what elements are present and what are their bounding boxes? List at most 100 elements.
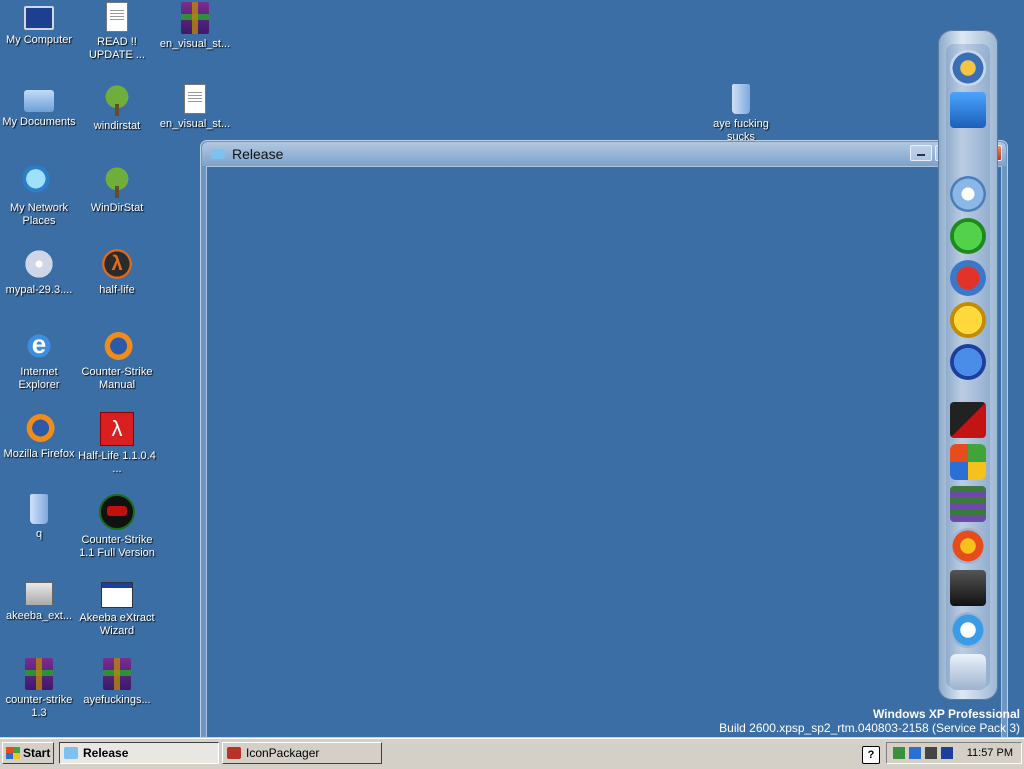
desktop: My Computer READ !! UPDATE ... en_visual… xyxy=(0,0,1024,738)
windows-logo-icon[interactable] xyxy=(950,444,986,480)
taskbar-button-release[interactable]: Release xyxy=(59,742,219,764)
desktop-icon-label: Half-Life 1.1.0.4 ... xyxy=(78,450,156,475)
windirstat-tree-icon xyxy=(101,84,133,116)
taskbar-button-iconpackager[interactable]: IconPackager xyxy=(222,742,382,764)
windows-flag-icon xyxy=(6,747,20,759)
desktop-icon-label: My Documents xyxy=(2,116,76,128)
counter-strike-icon xyxy=(99,494,135,530)
desktop-icon-label: ayefuckings... xyxy=(83,694,151,706)
setup-icon xyxy=(25,582,53,606)
folder-icon xyxy=(64,747,78,759)
folder-icon xyxy=(732,84,750,114)
start-button[interactable]: Start xyxy=(2,742,54,764)
desktop-icon-counter-strike-archive[interactable]: counter-strike 1.3 xyxy=(0,658,79,720)
desktop-icon-label: My Network Places xyxy=(9,202,69,227)
msn-messenger-icon[interactable] xyxy=(950,344,986,380)
desktop-icon-windirstat[interactable]: WinDirStat xyxy=(77,166,157,215)
recycle-bin-icon[interactable] xyxy=(950,654,986,690)
desktop-icon-q-folder[interactable]: q xyxy=(0,494,79,541)
desktop-icon-label: Internet Explorer xyxy=(18,366,60,391)
desktop-icon-label: Counter-Strike 1.1 Full Version xyxy=(79,534,155,559)
desktop-icon-label: half-life xyxy=(99,284,135,296)
desktop-icon-half-life-installer[interactable]: Half-Life 1.1.0.4 ... xyxy=(77,412,157,476)
desktop-icon-en-visual-studio-image[interactable]: en_visual_st... xyxy=(155,84,235,131)
task-label: Release xyxy=(83,746,129,760)
window-title: Release xyxy=(232,146,284,162)
firefox-icon xyxy=(23,412,55,444)
desktop-icon-label: en_visual_st... xyxy=(159,118,231,130)
firefox-globe-icon[interactable] xyxy=(950,50,986,86)
os-edition-text: Windows XP Professional xyxy=(872,707,1020,721)
tray-speaker-icon[interactable] xyxy=(925,747,937,759)
windows-flag-icon[interactable] xyxy=(950,528,986,564)
desktop-icon-label: WinDirStat xyxy=(90,202,144,214)
half-life-icon xyxy=(101,248,133,280)
text-document-icon xyxy=(106,2,128,32)
half-life-red-icon xyxy=(100,412,134,446)
internet-explorer-icon xyxy=(23,330,55,362)
system-tray: 11:57 PM xyxy=(886,742,1022,764)
dock-bar xyxy=(938,30,998,700)
internet-explorer-icon[interactable] xyxy=(950,218,986,254)
desktop-icon-read-update[interactable]: READ !! UPDATE ... xyxy=(77,2,157,62)
desktop-icon-label: akeeba_ext... xyxy=(5,610,73,622)
laptop-icon[interactable] xyxy=(950,570,986,606)
desktop-icon-akeeba-wizard[interactable]: Akeeba eXtract Wizard xyxy=(77,576,157,638)
minimize-icon xyxy=(917,154,925,156)
desktop-icon-label: windirstat xyxy=(93,120,141,132)
video-icon[interactable] xyxy=(950,402,986,438)
start-label: Start xyxy=(23,746,51,760)
desktop-icon-my-network-places[interactable]: My Network Places xyxy=(0,166,79,228)
desktop-icon-my-computer[interactable]: My Computer xyxy=(0,2,79,47)
desktop-icon-ayefuckings-archive[interactable]: ayefuckings... xyxy=(77,658,157,707)
desktop-icon-mozilla-firefox[interactable]: Mozilla Firefox xyxy=(0,412,79,461)
desktop-icon-internet-explorer[interactable]: Internet Explorer xyxy=(0,330,79,392)
winrar-archive-icon xyxy=(25,658,53,690)
minimize-button[interactable] xyxy=(910,145,932,161)
my-documents-icon xyxy=(24,90,54,112)
installer-cd-icon xyxy=(23,248,55,280)
tray-app-icon[interactable] xyxy=(893,747,905,759)
desktop-icon-aye-folder[interactable]: aye fucking sucks xyxy=(701,84,781,144)
desktop-icon-akeeba-extract[interactable]: akeeba_ext... xyxy=(0,576,79,623)
messenger-smiley-icon[interactable] xyxy=(950,302,986,338)
window-title-bar[interactable]: Release ✕ xyxy=(202,142,1006,166)
help-icon[interactable]: ? xyxy=(862,746,880,764)
desktop-icon-half-life[interactable]: half-life xyxy=(77,248,157,297)
firefox-document-icon xyxy=(101,330,133,362)
desktop-icon-label: READ !! UPDATE ... xyxy=(88,36,146,61)
desktop-icon-label: mypal-29.3.... xyxy=(5,284,73,296)
books-stack-icon[interactable] xyxy=(950,486,986,522)
iconpackager-icon xyxy=(227,747,241,759)
network-places-icon xyxy=(23,166,55,198)
media-icon[interactable] xyxy=(950,260,986,296)
media-player-icon[interactable] xyxy=(950,176,986,212)
tools-icon[interactable] xyxy=(950,612,986,648)
tray-network-icon[interactable] xyxy=(909,747,921,759)
desktop-icon-mypal[interactable]: mypal-29.3.... xyxy=(0,248,79,297)
desktop-icon-label: q xyxy=(35,528,43,540)
desktop-icon-label: Counter-Strike Manual xyxy=(81,366,153,391)
winrar-archive-icon xyxy=(103,658,131,690)
desktop-icon-windirstat-folder[interactable]: windirstat xyxy=(77,84,157,133)
desktop-icon-label: counter-strike 1.3 xyxy=(5,694,73,719)
folder-icon xyxy=(30,494,48,524)
os-build-text: Build 2600.xpsp_sp2_rtm.040803-2158 (Ser… xyxy=(719,721,1020,735)
tray-monitor-icon[interactable] xyxy=(941,747,953,759)
taskbar-clock[interactable]: 11:57 PM xyxy=(967,747,1013,759)
release-window[interactable]: Release ✕ xyxy=(200,140,1008,738)
desktop-icon-label: Mozilla Firefox xyxy=(3,448,75,460)
network-monitor-icon[interactable] xyxy=(950,92,986,128)
desktop-icon-counter-strike-full[interactable]: Counter-Strike 1.1 Full Version xyxy=(77,494,157,560)
windirstat-tree-icon xyxy=(101,166,133,198)
taskbar: Start Release IconPackager ? 11:57 PM xyxy=(0,738,1024,769)
desktop-icon-label: en_visual_st... xyxy=(159,38,231,50)
disc-image-document-icon xyxy=(184,84,206,114)
desktop-icon-en-visual-studio-archive[interactable]: en_visual_st... xyxy=(155,2,235,51)
desktop-icon-label: My Computer xyxy=(5,34,73,46)
window-client-area[interactable] xyxy=(206,166,1002,738)
desktop-icon-counter-strike-manual[interactable]: Counter-Strike Manual xyxy=(77,330,157,392)
computer-icon xyxy=(24,6,54,30)
desktop-icon-label: Akeeba eXtract Wizard xyxy=(79,612,155,637)
desktop-icon-my-documents[interactable]: My Documents xyxy=(0,84,79,129)
